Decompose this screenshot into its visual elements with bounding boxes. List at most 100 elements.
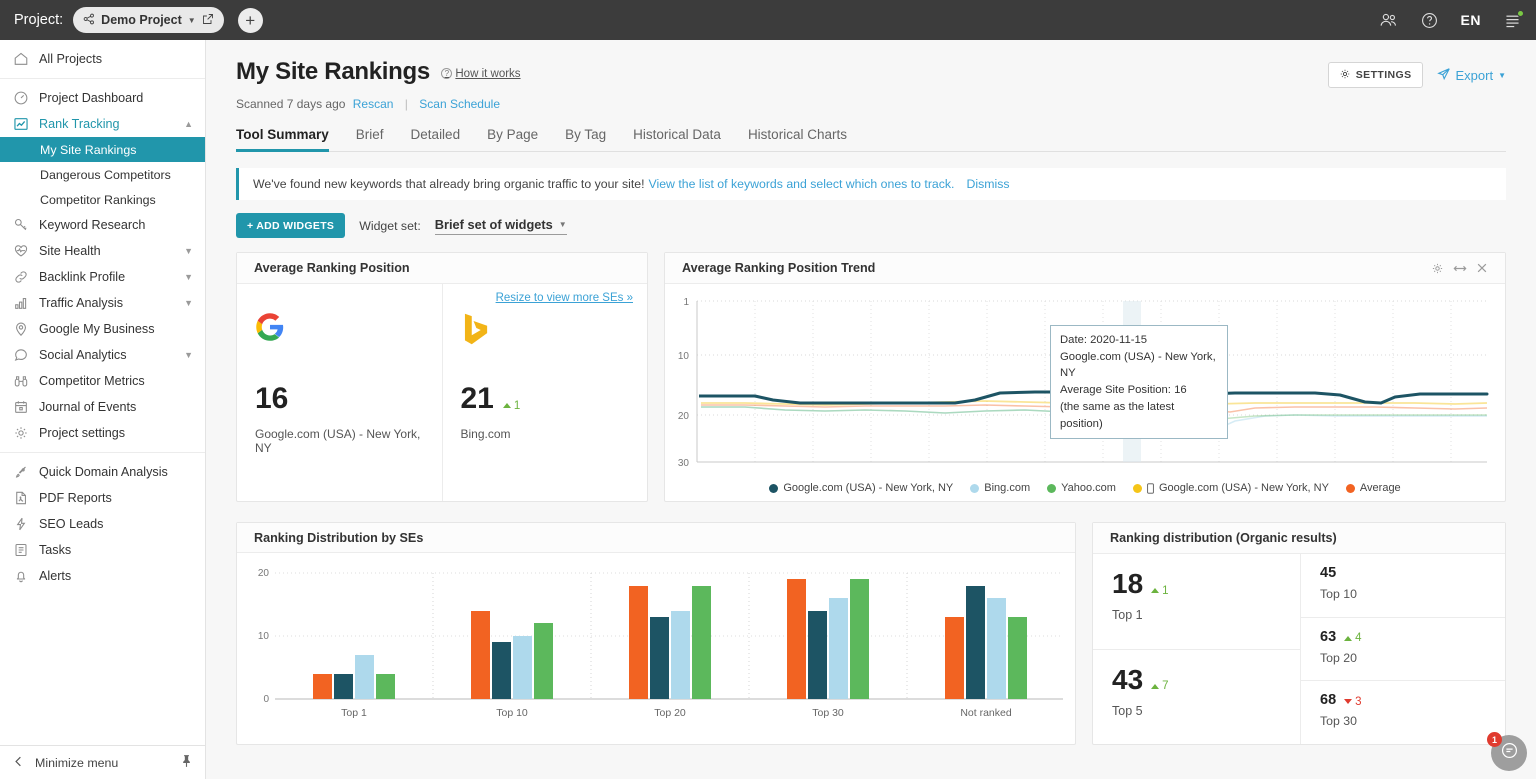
project-name: Demo Project [101,13,182,27]
bar-top1-bing [355,655,374,699]
sidebar-item-my-site-rankings[interactable]: My Site Rankings [0,137,205,162]
bar-top30-google [808,611,827,699]
scan-schedule-link[interactable]: Scan Schedule [419,97,500,111]
bar-top1-google [334,674,353,699]
add-project-button[interactable]: + [237,7,263,33]
organic-value: 18 [1112,568,1144,599]
organic-delta-value: 3 [1355,695,1362,708]
ranking-distribution-organic-widget: Ranking distribution (Organic results) 1… [1092,522,1506,745]
users-icon[interactable] [1379,11,1398,30]
legend-item-google-mobile[interactable]: Google.com (USA) - New York, NY [1132,482,1329,494]
organic-stat-top1: 18 1 Top 1 [1093,554,1300,650]
tab-brief[interactable]: Brief [356,127,384,151]
tooltip-note: (the same as the latest position) [1060,400,1175,430]
sidebar-item-label: Tasks [39,543,72,557]
organic-value: 63 [1320,628,1337,645]
help-icon[interactable] [1420,11,1439,30]
binoculars-icon [12,373,29,390]
arrow-up-icon [1151,588,1160,593]
settings-button[interactable]: SETTINGS [1327,62,1423,88]
sidebar-item-label: Competitor Metrics [39,374,145,388]
tab-historical-data[interactable]: Historical Data [633,127,721,151]
menu-icon[interactable] [1503,9,1524,30]
sidebar-item-project-settings[interactable]: Project settings [0,420,205,446]
organic-value: 68 [1320,692,1337,709]
sidebar-item-quick-domain-analysis[interactable]: Quick Domain Analysis [0,459,205,485]
chevron-down-icon: ▼ [184,272,193,282]
rocket-icon [12,464,29,481]
app-root: Project: Demo Project ▼ + EN All Project… [0,0,1536,779]
ranking-distribution-by-ses-widget: Ranking Distribution by SEs 20 10 0 Top … [236,522,1076,745]
chart-line-icon [12,116,29,133]
card-title: Ranking Distribution by SEs [254,530,424,545]
bar-top30-yahoo [850,579,869,699]
sidebar-item-site-health[interactable]: Site Health ▼ [0,238,205,264]
sidebar-item-label: Quick Domain Analysis [39,465,168,479]
chat-icon [1500,741,1519,765]
tab-tool-summary[interactable]: Tool Summary [236,127,329,152]
sidebar-item-social-analytics[interactable]: Social Analytics ▼ [0,342,205,368]
resize-to-view-more-link[interactable]: Resize to view more SEs » [496,292,633,304]
legend-label: Yahoo.com [1061,482,1116,494]
page-title: My Site Rankings [236,58,430,85]
rescan-link[interactable]: Rescan [353,97,394,111]
sidebar-item-seo-leads[interactable]: SEO Leads [0,511,205,537]
sidebar-item-dangerous-competitors[interactable]: Dangerous Competitors [0,162,205,187]
legend-label: Average [1359,482,1401,494]
gear-icon[interactable] [1431,262,1444,275]
legend-item-bing[interactable]: Bing.com [970,482,1030,494]
sidebar-item-competitor-metrics[interactable]: Competitor Metrics [0,368,205,394]
pin-icon[interactable] [180,754,193,771]
tab-detailed[interactable]: Detailed [411,127,461,151]
organic-label: Top 30 [1320,714,1357,729]
sidebar-item-competitor-rankings[interactable]: Competitor Rankings [0,187,205,212]
sidebar-item-alerts[interactable]: Alerts [0,563,205,589]
how-it-works-label: How it works [455,67,521,80]
sidebar-item-project-dashboard[interactable]: Project Dashboard [0,85,205,111]
chevron-down-icon: ▼ [187,15,196,25]
sidebar-item-label: All Projects [39,52,102,66]
average-ranking-position-widget: Average Ranking Position 16 Google.com (… [236,252,648,502]
resize-icon[interactable] [1453,262,1467,275]
legend-item-average[interactable]: Average [1345,482,1401,494]
close-icon[interactable] [1476,262,1488,274]
top-bar-actions: EN [1379,9,1524,30]
sidebar-item-journal-of-events[interactable]: Journal of Events [0,394,205,420]
sidebar-item-backlink-profile[interactable]: Backlink Profile ▼ [0,264,205,290]
sidebar-item-all-projects[interactable]: All Projects [0,46,205,72]
how-it-works-link[interactable]: ? How it works [441,67,521,80]
sidebar-item-tasks[interactable]: Tasks [0,537,205,563]
external-link-icon[interactable] [202,13,214,28]
chat-fab-button[interactable]: 1 [1487,732,1527,771]
tab-by-tag[interactable]: By Tag [565,127,606,151]
share-nodes-icon [83,13,95,28]
page-title-group: My Site Rankings ? How it works [236,58,521,86]
card-header: Ranking distribution (Organic results) [1093,523,1505,554]
minimize-menu-button[interactable]: Minimize menu [0,745,205,779]
project-selector[interactable]: Demo Project ▼ [73,7,224,33]
top-bar: Project: Demo Project ▼ + EN [0,0,1536,40]
average-ranking-position-trend-widget: Average Ranking Position Trend 1 10 20 3… [664,252,1506,502]
sidebar-item-rank-tracking[interactable]: Rank Tracking ▲ [0,111,205,137]
notice-link[interactable]: View the list of keywords and select whi… [649,177,955,191]
legend-item-yahoo[interactable]: Yahoo.com [1047,482,1116,494]
widget-set-select[interactable]: Brief set of widgets ▼ [434,217,567,235]
tab-historical-charts[interactable]: Historical Charts [748,127,847,151]
add-widgets-button[interactable]: + ADD WIDGETS [236,213,346,238]
language-selector[interactable]: EN [1461,12,1481,28]
sidebar-item-keyword-research[interactable]: Keyword Research [0,212,205,238]
tab-bar: Tool Summary Brief Detailed By Page By T… [236,127,1506,152]
pin-icon [12,321,29,338]
sidebar-item-google-my-business[interactable]: Google My Business [0,316,205,342]
list-icon [12,542,29,559]
dismiss-link[interactable]: Dismiss [966,177,1009,191]
sidebar-item-traffic-analysis[interactable]: Traffic Analysis ▼ [0,290,205,316]
sidebar-item-pdf-reports[interactable]: PDF Reports [0,485,205,511]
legend-item-google-desktop[interactable]: Google.com (USA) - New York, NY [769,482,953,494]
arrow-down-icon [1344,699,1353,705]
sidebar-item-label: Site Health [39,244,101,258]
widget-set-label: Widget set: [359,218,421,233]
tab-by-page[interactable]: By Page [487,127,538,151]
export-button[interactable]: Export ▼ [1436,67,1506,84]
